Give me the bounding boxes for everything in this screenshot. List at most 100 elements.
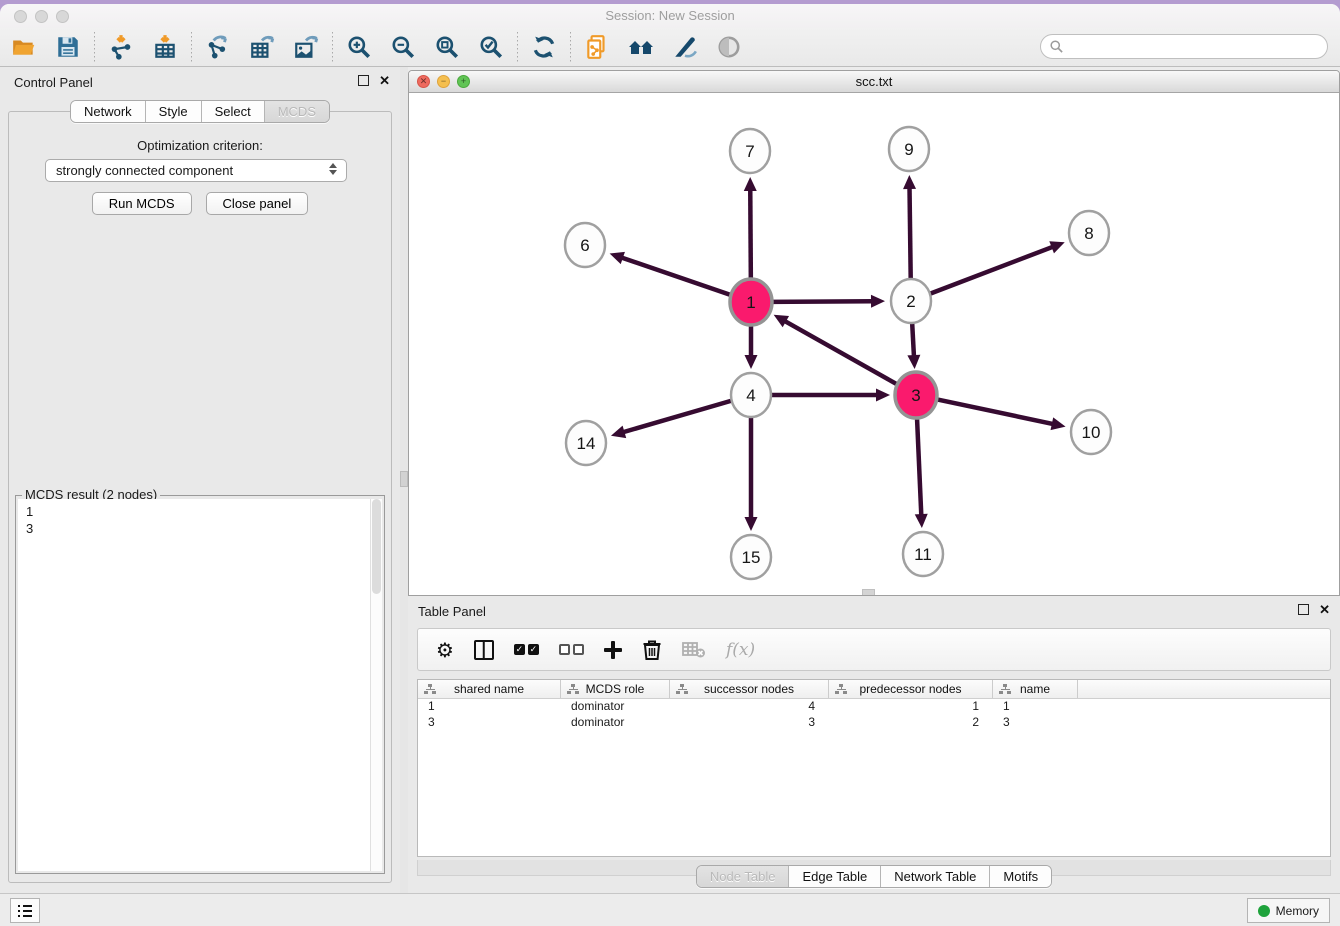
column-header-predecessor-nodes[interactable]: predecessor nodes	[829, 680, 993, 698]
table-cell[interactable]: 2	[829, 715, 993, 731]
search-box	[1040, 34, 1328, 59]
toolbar-separator	[332, 32, 333, 62]
tab-network-table[interactable]: Network Table	[881, 866, 990, 887]
graph-edge-2-8[interactable]	[931, 247, 1054, 294]
control-panel: Control Panel ✕ NetworkStyleSelectMCDS O…	[0, 67, 400, 893]
add-column-icon[interactable]	[604, 637, 622, 663]
close-panel-icon[interactable]: ✕	[379, 75, 390, 86]
task-history-button[interactable]	[10, 898, 40, 923]
column-header-MCDS-role[interactable]: MCDS role	[561, 680, 670, 698]
copy-network-icon[interactable]	[583, 33, 611, 61]
open-session-icon[interactable]	[10, 33, 38, 61]
graph-node-label-4: 4	[746, 386, 755, 405]
table-cell[interactable]: 3	[993, 715, 1078, 731]
deselect-all-icon[interactable]	[559, 637, 584, 663]
float-panel-icon[interactable]	[358, 75, 369, 86]
tab-edge-table[interactable]: Edge Table	[789, 866, 881, 887]
tab-mcds[interactable]: MCDS	[265, 101, 329, 122]
import-table-icon[interactable]	[151, 33, 179, 61]
mcds-result-scrollbar[interactable]	[370, 499, 382, 871]
table-row[interactable]: 3dominator323	[418, 715, 1330, 731]
float-table-panel-icon[interactable]	[1298, 604, 1309, 615]
zoom-selected-icon[interactable]	[477, 33, 505, 61]
graph-node-label-1: 1	[746, 293, 755, 312]
window-titlebar: Session: New Session	[0, 4, 1340, 28]
graph-node-label-2: 2	[906, 292, 915, 311]
memory-label: Memory	[1276, 904, 1319, 918]
graph-node-label-7: 7	[745, 142, 754, 161]
run-mcds-button[interactable]: Run MCDS	[92, 192, 192, 215]
app-window: Session: New Session	[0, 4, 1340, 926]
attribute-icon	[567, 684, 579, 695]
search-input[interactable]	[1064, 39, 1327, 54]
graph-edge-2-9[interactable]	[910, 187, 911, 280]
network-canvas[interactable]: 1234678910111415	[409, 93, 1339, 595]
divider-grip[interactable]	[400, 471, 408, 487]
optimization-criterion-label: Optimization criterion:	[9, 138, 391, 153]
table-cell[interactable]: dominator	[561, 699, 670, 715]
column-header-successor-nodes[interactable]: successor nodes	[670, 680, 829, 698]
table-panel-title: Table Panel	[418, 604, 486, 619]
graph-edge-arrow-1-7	[744, 177, 757, 191]
column-layout-icon[interactable]	[474, 637, 494, 663]
status-bar: Memory	[0, 893, 1340, 926]
column-header-name[interactable]: name	[993, 680, 1078, 698]
export-table-icon[interactable]	[248, 33, 276, 61]
graph-edge-1-7[interactable]	[750, 189, 751, 281]
graph-edge-arrow-1-2	[871, 295, 885, 308]
save-session-icon[interactable]	[54, 33, 82, 61]
graph-edge-arrow-2-9	[903, 175, 916, 189]
tab-select[interactable]: Select	[202, 101, 265, 122]
attribute-icon	[676, 684, 688, 695]
table-cell[interactable]: 3	[418, 715, 561, 731]
graph-edge-4-14[interactable]	[622, 401, 730, 433]
birds-eye-view-icon[interactable]	[715, 33, 743, 61]
attribute-icon	[835, 684, 847, 695]
network-titlebar: ✕ − + scc.txt	[409, 71, 1339, 93]
table-cell[interactable]: 1	[993, 699, 1078, 715]
table-cell[interactable]: 1	[829, 699, 993, 715]
close-panel-button[interactable]: Close panel	[206, 192, 309, 215]
graphics-details-icon[interactable]	[671, 33, 699, 61]
graph-edge-2-3[interactable]	[912, 322, 914, 357]
zoom-fit-icon[interactable]	[433, 33, 461, 61]
tab-node-table[interactable]: Node Table	[697, 866, 790, 887]
apply-layout-icon[interactable]	[530, 33, 558, 61]
delete-table-icon[interactable]	[682, 637, 706, 663]
criterion-select[interactable]: strongly connected component	[45, 159, 347, 182]
table-cell[interactable]: 4	[670, 699, 829, 715]
mcds-result-text[interactable]: 1 3	[18, 499, 370, 871]
export-network-icon[interactable]	[204, 33, 232, 61]
graph-edge-arrow-1-6	[610, 252, 625, 264]
table-cell[interactable]: 1	[418, 699, 561, 715]
first-neighbors-icon[interactable]	[627, 33, 655, 61]
table-cell[interactable]: 3	[670, 715, 829, 731]
export-image-icon[interactable]	[292, 33, 320, 61]
zoom-out-icon[interactable]	[389, 33, 417, 61]
graph-edge-3-1[interactable]	[784, 321, 898, 385]
memory-button[interactable]: Memory	[1247, 898, 1330, 923]
select-all-icon[interactable]: ✓✓	[514, 637, 539, 663]
graph-edge-1-6[interactable]	[621, 257, 731, 295]
import-network-icon[interactable]	[107, 33, 135, 61]
tab-network[interactable]: Network	[71, 101, 146, 122]
tab-style[interactable]: Style	[146, 101, 202, 122]
function-builder-icon[interactable]: f(x)	[726, 637, 755, 663]
table-row[interactable]: 1dominator411	[418, 699, 1330, 715]
close-table-panel-icon[interactable]: ✕	[1319, 604, 1330, 615]
column-header-shared-name[interactable]: shared name	[418, 680, 561, 698]
network-table-divider-grip[interactable]	[862, 589, 875, 596]
delete-column-icon[interactable]	[642, 637, 662, 663]
panel-divider[interactable]	[400, 67, 408, 893]
graph-edge-3-11[interactable]	[917, 416, 921, 516]
gear-icon[interactable]: ⚙	[436, 637, 454, 663]
search-icon	[1049, 39, 1064, 54]
table-cell[interactable]: dominator	[561, 715, 670, 731]
control-panel-tabs: NetworkStyleSelectMCDS	[70, 100, 330, 123]
tab-motifs[interactable]: Motifs	[990, 866, 1051, 887]
attribute-icon	[424, 684, 436, 695]
graph-edge-1-2[interactable]	[772, 301, 873, 302]
graph-edge-3-10[interactable]	[937, 399, 1054, 424]
graph-edge-arrow-4-14	[611, 426, 626, 438]
zoom-in-icon[interactable]	[345, 33, 373, 61]
